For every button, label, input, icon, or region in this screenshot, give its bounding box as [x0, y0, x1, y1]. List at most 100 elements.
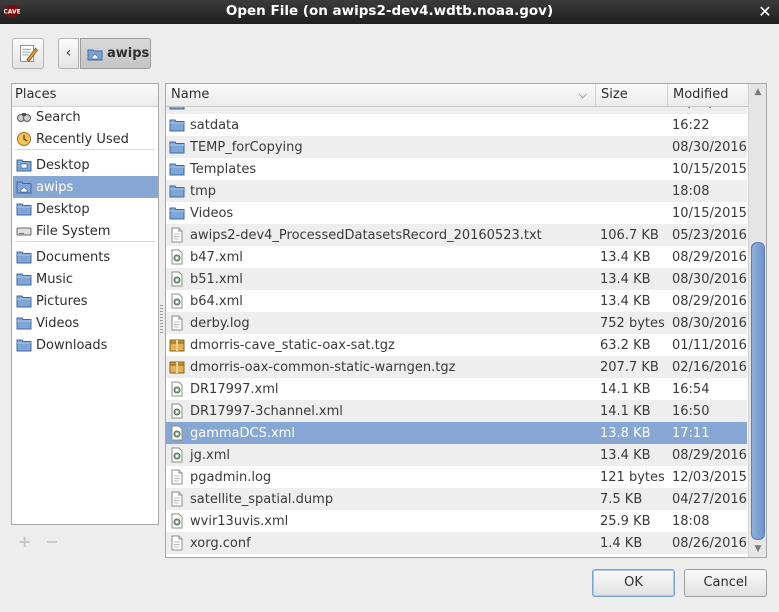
- file-name-cell: Videos: [166, 205, 595, 221]
- sidebar-item-search[interactable]: Search: [13, 106, 158, 128]
- sidebar-item-desktop[interactable]: Desktop: [13, 154, 158, 176]
- file-row[interactable]: tmp 18:08: [166, 180, 747, 202]
- file-size: 25.9 KB: [600, 513, 651, 529]
- file-row[interactable]: b51.xml 13.4 KB 08/30/2016: [166, 268, 747, 290]
- file-row[interactable]: b47.xml 13.4 KB 08/29/2016: [166, 246, 747, 268]
- sidebar-item-recently-used[interactable]: Recently Used: [13, 128, 158, 150]
- title-bar: CAVE Open File (on awips2-dev4.wdtb.noaa…: [0, 0, 779, 24]
- column-header-modified[interactable]: Modified: [668, 84, 748, 107]
- file-row[interactable]: Videos 10/15/2015: [166, 202, 747, 224]
- file-name-cell: b47.xml: [166, 249, 595, 265]
- folder-icon: [169, 119, 185, 132]
- file-size: 14.1 KB: [600, 403, 651, 419]
- scroll-thumb[interactable]: [751, 242, 765, 540]
- scroll-down-icon[interactable]: ▼: [749, 541, 766, 557]
- sidebar-item-awips[interactable]: awips: [13, 176, 158, 198]
- places-header: Places: [12, 84, 158, 107]
- file-name-cell: Public: [166, 107, 595, 111]
- folder-icon: [169, 141, 185, 154]
- sidebar-item-label: Music: [36, 271, 73, 287]
- file-row[interactable]: wvir13uvis.xml 25.9 KB 18:08: [166, 510, 747, 532]
- remove-bookmark-icon[interactable]: −: [45, 532, 58, 551]
- file-row[interactable]: awips2-dev4_ProcessedDatasetsRecord_2016…: [166, 224, 747, 246]
- scroll-up-icon[interactable]: ▲: [749, 84, 766, 100]
- places-separator: [15, 149, 155, 150]
- breadcrumb-awips-button[interactable]: awips: [80, 38, 151, 69]
- file-row[interactable]: satdata 16:22: [166, 114, 747, 136]
- column-size-label: Size: [601, 87, 628, 102]
- file-row[interactable]: DR17997-3channel.xml 14.1 KB 16:50: [166, 400, 747, 422]
- sidebar-item-pictures[interactable]: Pictures: [13, 290, 158, 312]
- file-name-cell: TEMP_forCopying: [166, 139, 595, 155]
- file-modified: 08/29/2016: [672, 249, 747, 265]
- sidebar-item-label: Pictures: [36, 293, 88, 309]
- file-row[interactable]: jg.xml 13.4 KB 08/29/2016: [166, 444, 747, 466]
- file-row[interactable]: TEMP_forCopying 08/30/2016: [166, 136, 747, 158]
- file-name: Templates: [190, 161, 257, 177]
- folder-icon: [169, 185, 185, 198]
- xml-file-icon: [171, 447, 183, 463]
- file-row[interactable]: xorg.conf 1.4 KB 08/26/2016: [166, 532, 747, 554]
- file-row[interactable]: Templates 10/15/2015: [166, 158, 747, 180]
- file-modified: 02/16/2016: [672, 359, 747, 375]
- file-row[interactable]: gammaDCS.xml 13.8 KB 17:11: [166, 422, 747, 444]
- file-name-cell: DR17997.xml: [166, 381, 595, 397]
- ok-button[interactable]: OK: [592, 569, 675, 597]
- back-button[interactable]: ‹: [58, 38, 79, 69]
- pane-resize-handle[interactable]: [160, 305, 163, 335]
- file-name-cell: gammaDCS.xml: [166, 425, 595, 441]
- file-name: Videos: [190, 205, 234, 221]
- type-location-button[interactable]: [12, 38, 44, 69]
- places-panel: Places Search Recently Used Desktop awips De…: [11, 83, 159, 525]
- file-name: pgadmin.log: [190, 469, 272, 485]
- column-header-size[interactable]: Size: [596, 84, 668, 107]
- file-name-cell: DR17997-3channel.xml: [166, 403, 595, 419]
- file-modified: 08/30/2016: [672, 271, 747, 287]
- file-modified: 08/29/2016: [672, 447, 747, 463]
- file-modified: 10/15/2015: [667, 107, 747, 111]
- file-name-cell: satdata: [166, 117, 595, 133]
- cancel-button[interactable]: Cancel: [684, 569, 767, 597]
- file-modified: 08/30/2016: [672, 315, 747, 331]
- file-name-cell: xorg.conf: [166, 535, 595, 551]
- vertical-scrollbar[interactable]: ▲ ▼: [748, 84, 766, 557]
- archive-icon: [169, 361, 185, 374]
- file-name: dmorris-cave_static-oax-sat.tgz: [190, 337, 395, 353]
- archive-icon: [169, 339, 185, 352]
- file-size: 7.5 KB: [600, 491, 643, 507]
- file-name: derby.log: [190, 315, 250, 331]
- file-name: wvir13uvis.xml: [190, 513, 289, 529]
- column-header-name[interactable]: Name ⌵: [166, 84, 596, 107]
- file-row[interactable]: b64.xml 13.4 KB 08/29/2016: [166, 290, 747, 312]
- file-row[interactable]: Public 10/15/2015: [166, 107, 747, 114]
- xml-file-icon: [171, 249, 183, 265]
- sidebar-item-downloads[interactable]: Downloads: [13, 334, 158, 356]
- xml-file-icon: [171, 403, 183, 419]
- sidebar-item-label: Recently Used: [36, 131, 129, 147]
- file-modified: 18:08: [672, 513, 710, 529]
- file-name-cell: wvir13uvis.xml: [166, 513, 595, 529]
- file-row[interactable]: DR17997.xml 14.1 KB 16:54: [166, 378, 747, 400]
- file-name: DR17997.xml: [190, 381, 279, 397]
- folder-icon: [16, 273, 32, 286]
- sidebar-item-documents[interactable]: Documents: [13, 246, 158, 268]
- file-row[interactable]: pgadmin.log 121 bytes 12/03/2015: [166, 466, 747, 488]
- file-row[interactable]: dmorris-oax-common-static-warngen.tgz 207…: [166, 356, 747, 378]
- file-row[interactable]: derby.log 752 bytes 08/30/2016: [166, 312, 747, 334]
- sidebar-item-file-system[interactable]: File System: [13, 220, 158, 242]
- file-row[interactable]: satellite_spatial.dump 7.5 KB 04/27/2016: [166, 488, 747, 510]
- places-actions: + −: [18, 532, 78, 551]
- close-icon[interactable]: ✕: [755, 2, 775, 22]
- chevron-left-icon: ‹: [65, 45, 72, 61]
- file-name: Public: [190, 107, 228, 111]
- file-name: awips2-dev4_ProcessedDatasetsRecord_2016…: [190, 227, 542, 243]
- sidebar-item-music[interactable]: Music: [13, 268, 158, 290]
- sidebar-item-label: awips: [36, 179, 74, 195]
- file-row[interactable]: dmorris-cave_static-oax-sat.tgz 63.2 KB 01…: [166, 334, 747, 356]
- window-title: Open File (on awips2-dev4.wdtb.noaa.gov): [225, 3, 554, 19]
- home-folder-icon: [87, 49, 103, 60]
- add-bookmark-icon[interactable]: +: [18, 532, 31, 551]
- sidebar-item-desktop[interactable]: Desktop: [13, 198, 158, 220]
- sidebar-item-videos[interactable]: Videos: [13, 312, 158, 334]
- file-modified: 08/26/2016: [672, 535, 747, 551]
